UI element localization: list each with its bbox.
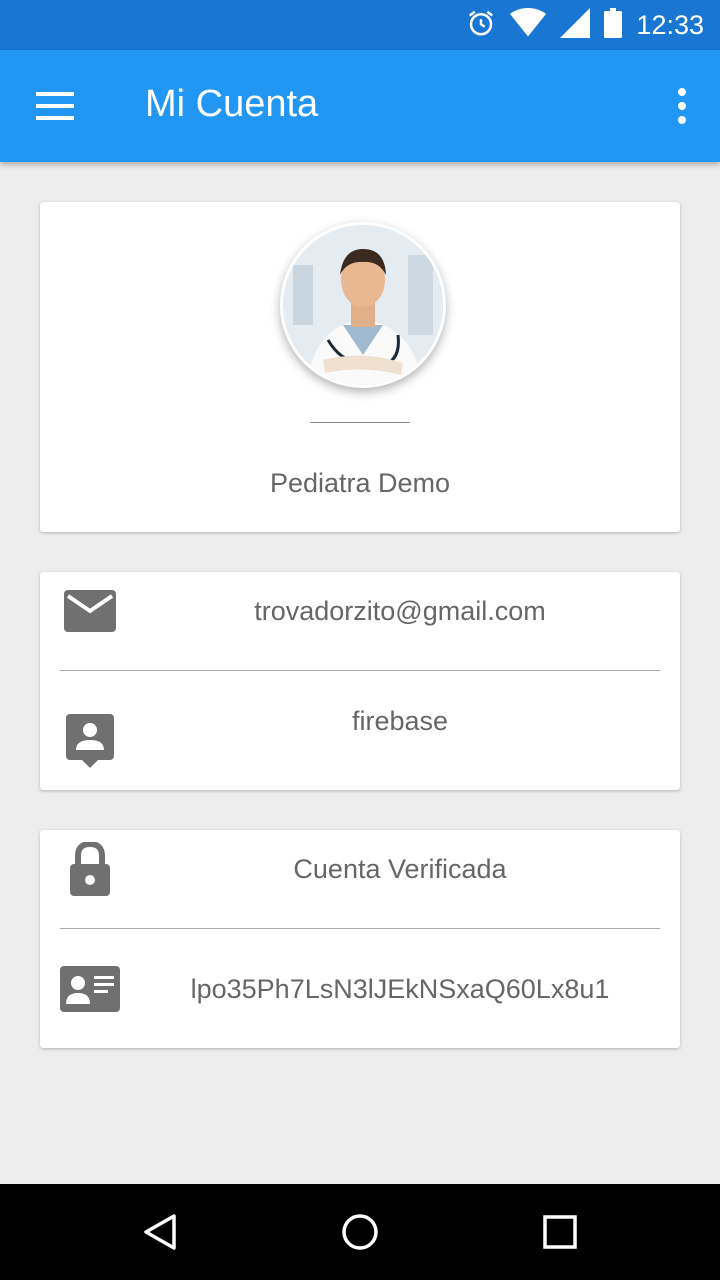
verification-status: Cuenta Verificada — [293, 854, 507, 884]
divider — [60, 670, 660, 671]
back-button[interactable] — [140, 1212, 180, 1252]
email-icon — [64, 590, 116, 636]
home-button[interactable] — [340, 1212, 380, 1252]
divider — [60, 928, 660, 929]
contact-card: trovadorzito@gmail.com firebase — [40, 572, 680, 790]
overflow-menu-button[interactable] — [672, 86, 692, 126]
divider — [310, 422, 410, 423]
profile-name: Pediatra Demo — [269, 468, 451, 498]
email-text: trovadorzito@gmail.com — [254, 596, 546, 626]
status-bar: 12:33 — [0, 0, 720, 50]
provider-text: firebase — [351, 706, 449, 736]
wifi-icon — [510, 8, 547, 42]
page-title: Mi Cuenta — [145, 83, 319, 125]
battery-icon — [604, 8, 623, 42]
doctor-avatar-image — [283, 225, 443, 385]
home-circle-icon — [342, 1214, 378, 1250]
contact-person-icon — [66, 714, 114, 774]
recents-square-icon — [543, 1215, 577, 1249]
menu-button[interactable] — [36, 90, 76, 122]
recents-button[interactable] — [540, 1212, 580, 1252]
user-id-text: lpo35Ph7LsN3lJEkNSxaQ60Lx8u1 — [190, 974, 610, 1004]
alarm-icon — [466, 8, 496, 42]
profile-card: Pediatra Demo — [40, 202, 680, 532]
hamburger-menu-icon — [36, 92, 74, 120]
app-bar: Mi Cuenta — [0, 50, 720, 162]
avatar[interactable] — [280, 222, 446, 388]
account-card: Cuenta Verificada lpo35Ph7LsN3lJEkNSxaQ6… — [40, 830, 680, 1048]
id-card-icon — [60, 966, 120, 1016]
lock-icon — [68, 840, 112, 900]
status-time: 12:33 — [636, 9, 704, 40]
back-triangle-icon — [144, 1214, 176, 1250]
navigation-bar — [0, 1184, 720, 1280]
signal-icon — [560, 8, 591, 42]
more-vert-icon — [678, 88, 686, 124]
